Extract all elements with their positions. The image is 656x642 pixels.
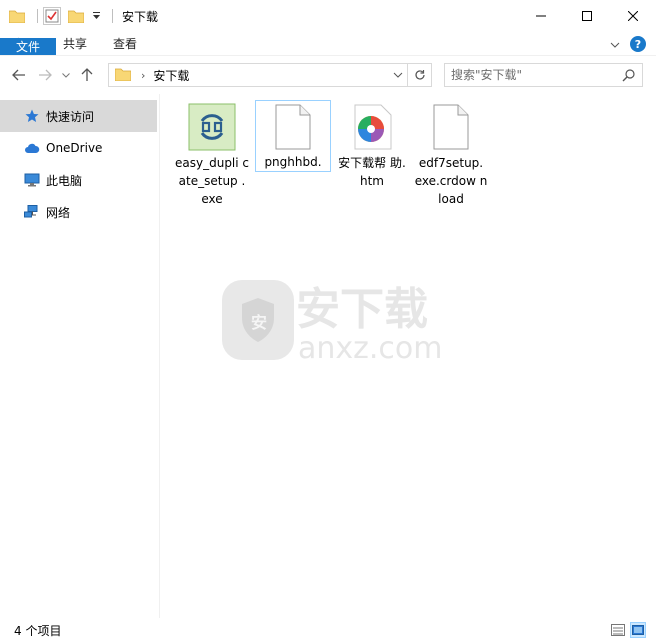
watermark-logo: 安 安下载 anxz.com [220,278,460,368]
expand-ribbon-icon[interactable] [610,37,620,51]
file-name: easy_dupli cate_setup .exe [175,156,250,206]
navigation-pane: 快速访问 OneDrive 此电脑 网络 [0,94,160,618]
file-item[interactable]: edf7setup. exe.crdow nload [413,100,489,208]
item-count: 4 个项目 [14,623,62,638]
customize-toolbar-icon[interactable] [91,7,101,25]
close-button[interactable] [610,0,656,32]
back-button[interactable] [8,64,30,86]
nav-item-label: OneDrive [46,141,103,155]
blank-file-icon [268,103,318,151]
blank-file-icon [426,102,476,152]
file-name: 安下载帮 助.htm [338,156,406,188]
window-title: 安下载 [122,9,159,24]
folder-icon [114,67,132,84]
nav-item-quick-access[interactable]: 快速访问 [0,100,157,132]
status-bar: 4 个项目 [0,618,656,642]
address-bar[interactable]: › 安下载 [108,63,408,87]
toolbar-separator [37,9,38,23]
title-bar: 安下载 [0,0,656,32]
folder-icon[interactable] [8,7,26,25]
forward-button[interactable] [34,64,56,86]
ribbon-tabs: 文件 主页 共享 查看 ? [0,32,656,56]
address-row: › 安下载 [0,57,656,93]
maximize-button[interactable] [564,0,610,32]
minimize-button[interactable] [518,0,564,32]
file-name: pnghhbd. [264,155,322,169]
computer-icon [24,172,40,188]
network-icon [24,204,40,220]
file-name: edf7setup. exe.crdow nload [414,156,488,206]
search-box[interactable] [444,63,643,87]
details-view-icon[interactable] [610,622,626,638]
nav-item-label: 此电脑 [46,173,83,188]
quick-access-toolbar: 安下载 [0,0,158,32]
tab-file[interactable]: 文件 [0,38,56,55]
new-folder-icon[interactable] [67,7,85,25]
nav-item-onedrive[interactable]: OneDrive [0,132,159,164]
tab-share[interactable]: 共享 [50,32,100,55]
toolbar-separator [112,9,113,23]
large-icons-view-icon[interactable] [630,622,646,638]
recent-locations-button[interactable] [60,64,72,86]
nav-item-this-pc[interactable]: 此电脑 [0,164,159,196]
file-item[interactable]: 安下载帮 助.htm [334,100,410,190]
breadcrumb[interactable]: 安下载 [153,67,189,84]
cloud-icon [24,140,40,156]
nav-item-label: 快速访问 [46,109,95,124]
tab-view[interactable]: 查看 [100,32,150,55]
search-icon[interactable] [622,68,636,85]
breadcrumb-chevron-icon[interactable]: › [141,69,145,82]
nav-item-network[interactable]: 网络 [0,196,159,228]
browser-file-icon [347,102,397,152]
file-item[interactable]: easy_dupli cate_setup .exe [174,100,250,208]
up-button[interactable] [76,64,98,86]
watermark-shield-text: 安 [251,313,267,332]
chevron-down-icon[interactable] [393,68,403,85]
nav-item-label: 网络 [46,205,71,220]
help-icon[interactable]: ? [630,36,646,52]
refresh-button[interactable] [408,63,432,87]
app-setup-icon [187,102,237,152]
star-icon [24,108,40,124]
search-input[interactable] [451,65,621,85]
watermark-cn: 安下载 [296,284,428,335]
watermark-en: anxz.com [298,331,443,366]
properties-icon[interactable] [43,7,61,25]
file-item[interactable]: pnghhbd. [255,100,331,172]
